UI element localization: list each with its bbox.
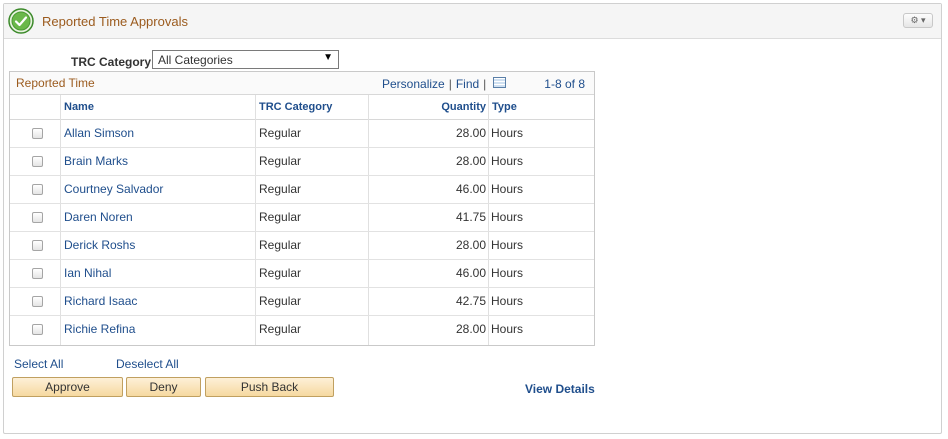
grid-title: Reported Time <box>16 76 95 90</box>
type-cell: Hours <box>491 154 524 168</box>
view-details-link[interactable]: View Details <box>525 382 595 396</box>
row-select-checkbox[interactable] <box>32 184 43 195</box>
name-column-header[interactable]: Name <box>60 95 255 120</box>
type-cell: Hours <box>491 294 524 308</box>
row-select-checkbox[interactable] <box>32 240 43 251</box>
select-column-header <box>10 95 60 120</box>
chevron-down-icon: ▾ <box>918 15 926 25</box>
quantity-cell: 28.00 <box>455 238 486 252</box>
type-cell: Hours <box>491 182 524 196</box>
gear-icon: ⚙ <box>910 15 919 25</box>
employee-name-link[interactable]: Brain Marks <box>64 148 128 175</box>
trc-category-cell: Regular <box>259 322 302 336</box>
trc-category-selected-value: All Categories <box>158 53 233 67</box>
table-row: Allan Simson Regular 28.00 Hours <box>10 120 594 148</box>
panel-title: Reported Time Approvals <box>42 14 188 29</box>
trc-category-cell: Regular <box>259 154 302 168</box>
trc-category-select[interactable]: All Categories ▼ <box>152 50 339 69</box>
reported-time-approvals-panel: Reported Time Approvals ⚙ ▾ TRC Category… <box>3 3 942 434</box>
employee-name-link[interactable]: Richard Isaac <box>64 288 137 315</box>
row-select-checkbox[interactable] <box>32 268 43 279</box>
grid-header: Reported Time Personalize | Find | 1-8 of 8 <box>10 72 594 95</box>
tools-separator: | <box>483 77 487 91</box>
quantity-cell: 42.75 <box>455 294 486 308</box>
employee-name-link[interactable]: Derick Roshs <box>64 232 135 259</box>
type-cell: Hours <box>491 210 524 224</box>
employee-name-link[interactable]: Ian Nihal <box>64 260 111 287</box>
type-cell: Hours <box>491 126 524 140</box>
row-count: 1-8 of 8 <box>544 77 585 91</box>
table-row: Richard Isaac Regular 42.75 Hours <box>10 288 594 316</box>
approve-button[interactable]: Approve <box>12 377 123 397</box>
personalize-link[interactable]: Personalize <box>382 77 445 91</box>
trc-category-cell: Regular <box>259 210 302 224</box>
quantity-column-header[interactable]: Quantity <box>368 95 488 120</box>
panel-header: Reported Time Approvals ⚙ ▾ <box>4 4 941 39</box>
table-row: Richie Refina Regular 28.00 Hours <box>10 316 594 344</box>
type-cell: Hours <box>491 266 524 280</box>
employee-name-link[interactable]: Daren Noren <box>64 204 133 231</box>
deselect-all-link[interactable]: Deselect All <box>116 357 179 371</box>
trc-category-cell: Regular <box>259 266 302 280</box>
trc-category-cell: Regular <box>259 294 302 308</box>
trc-category-column-header[interactable]: TRC Category <box>255 95 368 120</box>
deny-button[interactable]: Deny <box>126 377 201 397</box>
employee-name-link[interactable]: Allan Simson <box>64 120 134 147</box>
type-cell: Hours <box>491 238 524 252</box>
dropdown-arrow-icon: ▼ <box>323 52 333 63</box>
table-row: Brain Marks Regular 28.00 Hours <box>10 148 594 176</box>
table-row: Ian Nihal Regular 46.00 Hours <box>10 260 594 288</box>
type-column-header[interactable]: Type <box>488 95 594 120</box>
quantity-cell: 41.75 <box>455 210 486 224</box>
row-select-checkbox[interactable] <box>32 156 43 167</box>
check-circle-icon <box>8 8 34 34</box>
trc-category-cell: Regular <box>259 182 302 196</box>
quantity-cell: 28.00 <box>455 322 486 336</box>
settings-menu-button[interactable]: ⚙ ▾ <box>903 13 933 28</box>
tools-separator: | <box>448 77 452 91</box>
select-all-link[interactable]: Select All <box>14 357 63 371</box>
row-select-checkbox[interactable] <box>32 212 43 223</box>
table-row: Daren Noren Regular 41.75 Hours <box>10 204 594 232</box>
table-row: Courtney Salvador Regular 46.00 Hours <box>10 176 594 204</box>
type-cell: Hours <box>491 322 524 336</box>
reported-time-grid: Reported Time Personalize | Find | 1-8 of 8… <box>9 71 595 346</box>
employee-name-link[interactable]: Richie Refina <box>64 316 135 343</box>
view-all-icon[interactable] <box>493 77 507 88</box>
trc-category-label: TRC Category <box>71 55 152 69</box>
quantity-cell: 28.00 <box>455 154 486 168</box>
employee-name-link[interactable]: Courtney Salvador <box>64 176 163 203</box>
row-select-checkbox[interactable] <box>32 324 43 335</box>
find-link[interactable]: Find <box>456 77 479 91</box>
table-row: Derick Roshs Regular 28.00 Hours <box>10 232 594 260</box>
trc-category-cell: Regular <box>259 126 302 140</box>
row-select-checkbox[interactable] <box>32 128 43 139</box>
row-select-checkbox[interactable] <box>32 296 43 307</box>
quantity-cell: 46.00 <box>455 266 486 280</box>
grid-tools: Personalize | Find | <box>382 77 507 91</box>
quantity-cell: 46.00 <box>455 182 486 196</box>
push-back-button[interactable]: Push Back <box>205 377 334 397</box>
quantity-cell: 28.00 <box>455 126 486 140</box>
trc-category-cell: Regular <box>259 238 302 252</box>
